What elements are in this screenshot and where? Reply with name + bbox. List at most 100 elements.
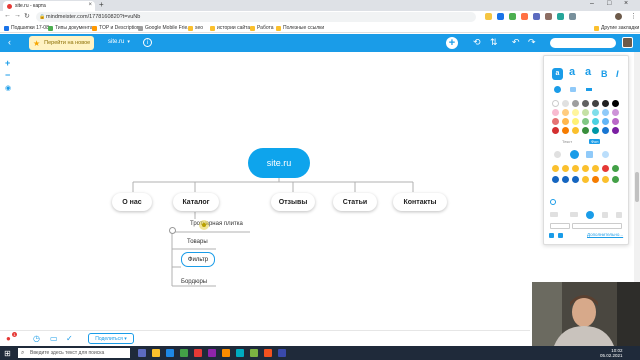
- edge-icon[interactable]: [166, 349, 174, 357]
- color-swatch[interactable]: [612, 127, 619, 134]
- comment-icon[interactable]: [570, 212, 578, 217]
- attach-icon[interactable]: [602, 212, 608, 218]
- app-icon[interactable]: [250, 349, 258, 357]
- map-name-dropdown[interactable]: site.ru ▾: [108, 39, 130, 45]
- undo-icon[interactable]: ↶: [512, 37, 520, 48]
- new-tab-button[interactable]: +: [99, 0, 104, 9]
- more-menu-icon[interactable]: ⋮: [630, 12, 637, 20]
- color-swatch[interactable]: [592, 100, 599, 107]
- branch-node-catalog[interactable]: Каталог: [173, 193, 219, 211]
- color-swatch[interactable]: [582, 118, 589, 125]
- settings-icon[interactable]: [549, 233, 554, 238]
- extension-icon[interactable]: [545, 13, 552, 20]
- text-color-icon[interactable]: [554, 86, 561, 93]
- minimize-icon[interactable]: –: [590, 0, 594, 7]
- more-options-link[interactable]: Дополнительно...: [587, 232, 623, 237]
- bookmark-item[interactable]: Полезные ссылки: [276, 25, 324, 31]
- color-swatch[interactable]: [572, 118, 579, 125]
- icon-option[interactable]: [602, 176, 609, 183]
- check-icon[interactable]: ✓: [66, 334, 73, 343]
- icon-option[interactable]: [552, 176, 559, 183]
- color-swatch[interactable]: [602, 100, 609, 107]
- forward-arrow-icon[interactable]: →: [14, 12, 21, 19]
- subnode-paving-tiles[interactable]: Тротуарная плитка: [190, 221, 243, 227]
- extension-icon[interactable]: [557, 13, 564, 20]
- icon-option[interactable]: [572, 165, 579, 172]
- note-icon[interactable]: [550, 212, 558, 217]
- color-swatch[interactable]: [592, 127, 599, 134]
- app-icon[interactable]: [236, 349, 244, 357]
- bookmark-item[interactable]: Google Mobile Frie...: [138, 25, 191, 31]
- color-swatch[interactable]: [602, 118, 609, 125]
- color-swatch[interactable]: [582, 100, 589, 107]
- color-swatch[interactable]: [552, 100, 559, 107]
- color-swatch[interactable]: [612, 109, 619, 116]
- icon-option[interactable]: [562, 176, 569, 183]
- bold-button[interactable]: B: [601, 69, 608, 79]
- bookmark-item[interactable]: истории сайта: [210, 25, 250, 31]
- add-node-icon[interactable]: +: [446, 37, 458, 49]
- window-close-icon[interactable]: ×: [624, 0, 628, 7]
- background-label[interactable]: Фон: [589, 139, 601, 144]
- icon-option[interactable]: [592, 176, 599, 183]
- branch-node-reviews[interactable]: Отзывы: [271, 193, 315, 211]
- app-icon[interactable]: [208, 349, 216, 357]
- close-tab-icon[interactable]: ×: [88, 2, 92, 8]
- icon-option[interactable]: [602, 165, 609, 172]
- subnode-products[interactable]: Товары: [187, 239, 208, 245]
- shape-icon[interactable]: [554, 151, 561, 158]
- back-arrow-icon[interactable]: ←: [4, 12, 11, 19]
- color-swatch[interactable]: [552, 109, 559, 116]
- profile-avatar[interactable]: [615, 13, 622, 20]
- color-swatch[interactable]: [572, 109, 579, 116]
- extension-icon[interactable]: [569, 13, 576, 20]
- color-swatch[interactable]: [552, 127, 559, 134]
- icon-option[interactable]: [612, 165, 619, 172]
- scroll-thumb[interactable]: [635, 172, 639, 202]
- pin-icon[interactable]: [558, 233, 563, 238]
- root-node[interactable]: site.ru: [248, 148, 310, 178]
- line-icon[interactable]: [586, 88, 592, 91]
- color-swatch[interactable]: [612, 118, 619, 125]
- link-field[interactable]: [550, 223, 570, 229]
- bookmark-item[interactable]: TOP и Description: [92, 25, 140, 31]
- attachment-icon[interactable]: [602, 151, 609, 158]
- font-style-a-3[interactable]: a: [585, 66, 591, 78]
- color-swatch[interactable]: [592, 118, 599, 125]
- fill-icon[interactable]: [570, 150, 579, 159]
- task-view-icon[interactable]: [138, 349, 146, 357]
- other-bookmarks[interactable]: Другие закладки: [594, 25, 639, 31]
- color-swatch[interactable]: [562, 109, 569, 116]
- app-icon[interactable]: [264, 349, 272, 357]
- info-icon[interactable]: i: [143, 38, 152, 47]
- system-clock[interactable]: 10:02 05.02.2021: [600, 348, 623, 358]
- bookmark-star-icon[interactable]: [485, 13, 492, 20]
- picture-icon[interactable]: [586, 151, 593, 158]
- color-swatch[interactable]: [602, 109, 609, 116]
- color-swatch[interactable]: [612, 100, 619, 107]
- image-icon[interactable]: [570, 87, 576, 92]
- explorer-icon[interactable]: [152, 349, 160, 357]
- chrome-icon[interactable]: [180, 349, 188, 357]
- icon-option[interactable]: [552, 165, 559, 172]
- extension-icon[interactable]: [521, 13, 528, 20]
- app-icon[interactable]: [278, 349, 286, 357]
- color-swatch[interactable]: [582, 127, 589, 134]
- italic-button[interactable]: I: [616, 69, 619, 79]
- font-style-a-2[interactable]: a: [569, 66, 575, 78]
- color-swatch[interactable]: [572, 100, 579, 107]
- comments-icon[interactable]: ▭: [50, 334, 58, 343]
- color-swatch[interactable]: [602, 127, 609, 134]
- notifications-icon[interactable]: ●: [6, 334, 11, 343]
- collapse-handle[interactable]: [169, 227, 176, 234]
- reload-icon[interactable]: ↻: [24, 12, 30, 20]
- upgrade-button[interactable]: ★ Перейти на новое: [29, 36, 94, 50]
- taskbar-search-input[interactable]: ⌕ Введите здесь текст для поиска: [18, 348, 130, 358]
- subnode-curbs[interactable]: Бордюры: [181, 279, 207, 285]
- icon-option[interactable]: [592, 165, 599, 172]
- font-style-a-1[interactable]: a: [552, 68, 563, 80]
- branch-node-contacts[interactable]: Контакты: [393, 193, 447, 211]
- color-swatch[interactable]: [562, 118, 569, 125]
- bookmark-item[interactable]: Типы документа: [48, 25, 93, 31]
- app-icon[interactable]: [222, 349, 230, 357]
